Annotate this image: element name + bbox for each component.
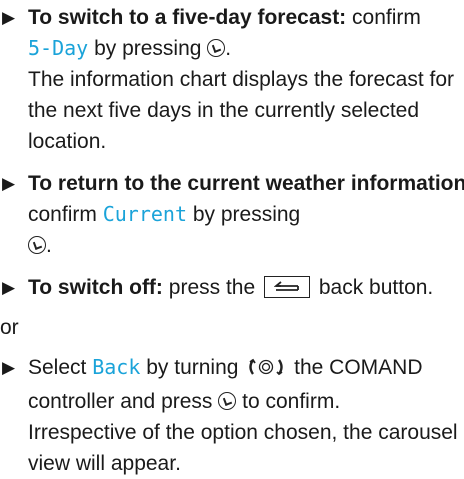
bullet-icon: ▶ — [2, 8, 16, 27]
step-current-post: by pressing — [192, 203, 301, 226]
step-five-day-end: . — [225, 37, 232, 60]
option-current: Current — [102, 202, 187, 226]
press-button-icon — [207, 39, 226, 57]
press-button-icon — [28, 236, 46, 254]
option-5-day: 5-Day — [28, 36, 89, 60]
step-back-pre: Select — [28, 356, 87, 379]
step-five-day-pre: confirm — [352, 6, 421, 29]
option-back: Back — [92, 355, 141, 379]
step-switch-off-title: To switch off: — [28, 276, 163, 299]
step-five-day-post: by pressing — [94, 37, 202, 60]
rotate-controller-icon — [246, 355, 286, 386]
step-switch-off-post: back button. — [318, 276, 434, 299]
bullet-icon: ▶ — [2, 278, 16, 297]
step-five-day: ▶ To switch to a five-day forecast: conf… — [0, 2, 464, 157]
bullet-icon: ▶ — [2, 174, 16, 193]
step-current-title: To return to the current weather informa… — [28, 172, 464, 195]
or-text: or — [0, 316, 19, 339]
back-button-icon — [264, 276, 310, 298]
step-back-mid: by turning — [146, 356, 239, 379]
step-switch-off: ▶ To switch off: press the back button. — [0, 272, 464, 303]
step-five-day-title: To switch to a five-day forecast: — [28, 6, 347, 29]
step-current-end: . — [46, 234, 52, 257]
step-back: ▶ Select Back by turning the COMAND cont… — [0, 352, 464, 479]
step-five-day-note: The information chart displays the forec… — [28, 68, 455, 153]
step-current: ▶ To return to the current weather infor… — [0, 168, 464, 261]
step-back-note: Irrespective of the option chosen, the c… — [28, 421, 458, 475]
step-current-pre: confirm — [28, 203, 97, 226]
step-switch-off-pre: press the — [168, 276, 256, 299]
press-button-icon — [218, 392, 237, 410]
bullet-icon: ▶ — [2, 358, 16, 377]
step-back-post: to confirm. — [242, 390, 341, 413]
